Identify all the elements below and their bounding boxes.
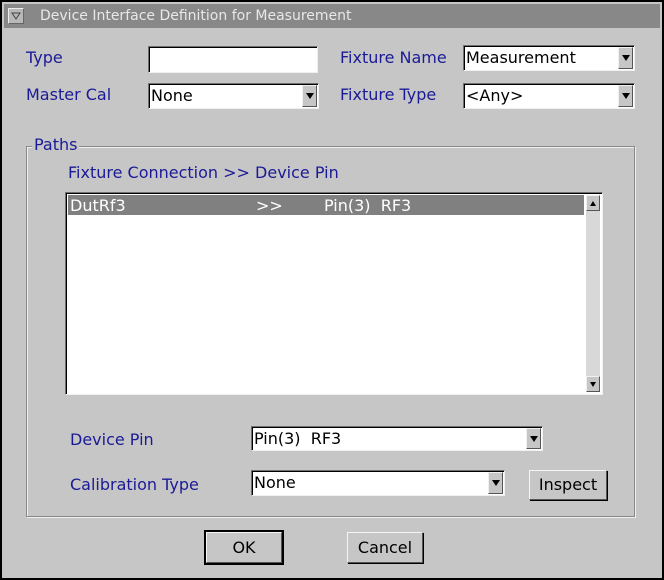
paths-column-header: Fixture Connection >> Device Pin: [68, 163, 339, 182]
vertical-scrollbar[interactable]: [586, 195, 600, 392]
list-item[interactable]: DutRf3 >> Pin(3) RF3: [68, 195, 584, 215]
fixture-name-select[interactable]: Measurement: [463, 45, 635, 71]
master-cal-select[interactable]: None: [148, 83, 319, 109]
paths-group-title: Paths: [32, 135, 80, 154]
chevron-down-icon[interactable]: [618, 85, 633, 107]
pin-cell: Pin(3) RF3: [324, 196, 412, 215]
window-menu-icon[interactable]: [8, 8, 24, 24]
ok-button[interactable]: OK: [204, 530, 284, 565]
master-cal-label: Master Cal: [26, 85, 112, 104]
type-input[interactable]: [148, 46, 318, 73]
chevron-down-icon[interactable]: [618, 47, 633, 69]
connection-cell: DutRf3: [70, 196, 126, 215]
dialog-window: Device Interface Definition for Measurem…: [0, 0, 664, 580]
calibration-type-select[interactable]: None: [251, 470, 505, 496]
device-pin-label: Device Pin: [70, 430, 154, 449]
window-title: Device Interface Definition for Measurem…: [40, 8, 352, 24]
fixture-type-label: Fixture Type: [340, 85, 437, 104]
scroll-down-icon[interactable]: [586, 376, 600, 392]
chevron-down-icon[interactable]: [302, 85, 317, 107]
scroll-up-icon[interactable]: [586, 195, 600, 211]
cancel-button[interactable]: Cancel: [347, 532, 423, 563]
title-bar[interactable]: Device Interface Definition for Measurem…: [4, 4, 660, 28]
calibration-type-label: Calibration Type: [70, 475, 199, 494]
type-label: Type: [26, 48, 63, 67]
chevron-down-icon[interactable]: [488, 472, 503, 494]
fixture-name-label: Fixture Name: [340, 48, 447, 67]
device-pin-select[interactable]: Pin(3) RF3: [251, 426, 543, 451]
chevron-down-icon[interactable]: [526, 428, 541, 449]
paths-list[interactable]: DutRf3 >> Pin(3) RF3: [65, 192, 603, 395]
arrow-cell: >>: [256, 196, 283, 215]
inspect-button[interactable]: Inspect: [529, 470, 607, 500]
fixture-type-select[interactable]: <Any>: [463, 83, 635, 109]
